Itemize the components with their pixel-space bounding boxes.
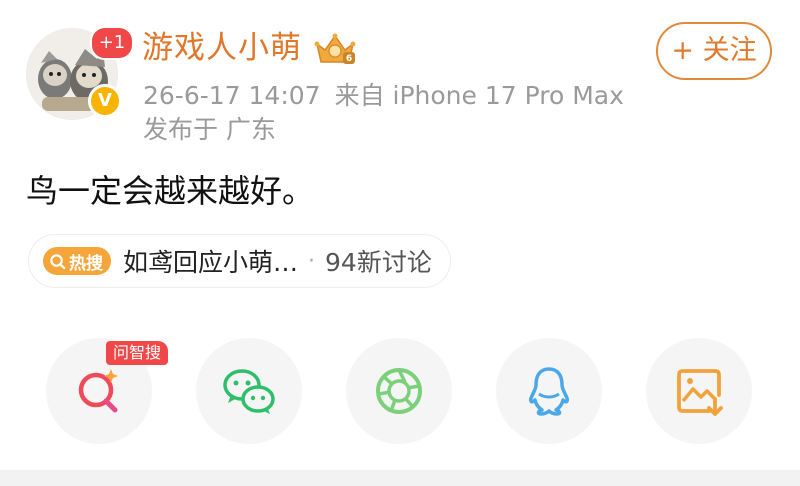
hot-search-tag-label: 热搜: [69, 253, 103, 274]
post-text: 鸟一定会越来越好。: [26, 172, 315, 210]
post-location: 发布于 广东: [143, 115, 276, 144]
hot-search-separator: ·: [308, 248, 316, 274]
share-wechat-button[interactable]: [196, 338, 302, 444]
ai-search-label: 问智搜: [106, 341, 168, 365]
post-source: 来自 iPhone 17 Pro Max: [334, 81, 624, 110]
verified-badge: V: [88, 84, 122, 118]
post-time: 26-6-17 14:07: [143, 81, 321, 110]
ai-search-icon: [78, 369, 118, 413]
vip-crown-icon[interactable]: 6: [313, 30, 357, 68]
username[interactable]: 游戏人小萌: [142, 28, 302, 68]
avatar-group[interactable]: +1 V: [26, 26, 134, 120]
follow-button[interactable]: + 关注: [656, 22, 772, 80]
share-save-image-button[interactable]: [646, 338, 752, 444]
hot-search-count: 94新讨论: [325, 248, 432, 277]
search-icon: [50, 253, 66, 269]
svg-text:6: 6: [346, 54, 352, 64]
moments-icon: [376, 368, 422, 414]
follower-plus-badge: +1: [90, 26, 134, 60]
qq-icon: [529, 367, 569, 416]
hot-search-title: 如鸢回应小萌…: [123, 248, 299, 277]
hot-search-tag: 热搜: [43, 247, 111, 275]
share-qq-button[interactable]: [496, 338, 602, 444]
bottom-divider: [0, 470, 800, 486]
hot-search-chip[interactable]: 热搜 如鸢回应小萌… · 94新讨论: [28, 234, 451, 288]
share-moments-button[interactable]: [346, 338, 452, 444]
wechat-icon: [223, 369, 275, 414]
post-meta: 26-6-17 14:07 来自 iPhone 17 Pro Max: [143, 80, 624, 112]
save-image-icon: [677, 369, 723, 416]
